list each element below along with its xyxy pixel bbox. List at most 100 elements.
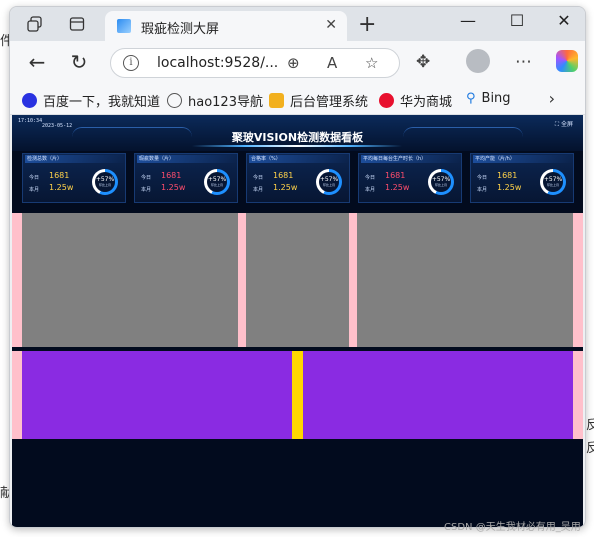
header-glow-line [192,145,402,147]
card-title: 平均产能（片/h） [473,155,573,163]
bookmark-label: 百度一下，我就知道 [43,95,161,110]
extensions-icon[interactable]: ✥ [416,52,430,72]
new-tab-button[interactable]: + [358,12,376,37]
stat-card-production-hours: 平均每日每台生产时长（h） 今日 1681 本月 1.25w +57% 环比上月 [358,153,462,203]
ratio-ring: +57% 环比上月 [92,169,118,195]
globe-icon [167,93,182,108]
today-value: 1681 [385,171,406,180]
huawei-icon [379,93,394,108]
month-value: 1.25w [497,183,522,192]
month-value: 1.25w [385,183,410,192]
bookmark-admin[interactable]: 后台管理系统 [269,91,368,110]
back-arrow-icon[interactable]: ← [26,50,48,74]
today-label: 今日 [365,175,376,181]
month-label: 本月 [477,187,488,193]
chart-panel-2 [246,213,349,347]
bookmark-label: 华为商城 [400,95,453,110]
today-value: 1681 [161,171,182,180]
panel-margin-left [12,213,22,347]
stat-card-pass-rate: 合格率（%） 今日 1681 本月 1.25w +57% 环比上月 [246,153,350,203]
lower-margin-left [12,351,22,439]
bookmarks-bar: 百度一下，我就知道 hao123导航 后台管理系统 华为商城 ⚲ Bing › [10,85,585,115]
card-title: 合格率（%） [249,155,349,163]
tab-active[interactable]: 瑕疵检测大屏 ✕ [105,11,347,41]
dashboard-header: 17:10:34 2023-05-12 聚玻VISION检测数据看板 ⛶ 全屏 [12,115,583,151]
stat-card-capacity: 平均产能（片/h） 今日 1681 本月 1.25w +57% 环比上月 [470,153,574,203]
minimize-button[interactable]: — [458,11,478,30]
month-label: 本月 [365,187,376,193]
bookmark-label: Bing [481,91,511,106]
stat-card-defects: 瑕疵数量（片） 今日 1681 本月 1.25w +57% 环比上月 [134,153,238,203]
workspaces-icon[interactable] [26,15,44,33]
read-aloud-icon[interactable]: A [327,54,337,72]
ratio-ring: +57% 环比上月 [428,169,454,195]
csdn-watermark: CSDN @天生我材必有用_吴用 [444,522,581,533]
ratio-ring: +57% 环比上月 [316,169,342,195]
tab-title: 瑕疵检测大屏 [141,22,220,37]
page-favicon-icon [117,19,131,33]
ring-label: 环比上月 [210,183,223,187]
bookmark-bing[interactable]: ⚲ Bing [466,91,511,106]
today-value: 1681 [497,171,518,180]
month-value: 1.25w [273,183,298,192]
more-options-icon[interactable]: ⋯ [515,52,532,72]
today-value: 1681 [273,171,294,180]
clock: 17:10:34 [18,118,43,124]
ring-label: 环比上月 [434,183,447,187]
copilot-icon[interactable] [556,50,578,72]
tab-close-icon[interactable]: ✕ [325,17,337,33]
stats-row: 检测总数（片） 今日 1681 本月 1.25w +57% 环比上月 瑕疵数量（片… [22,153,574,205]
card-title: 平均每日每台生产时长（h） [361,155,461,163]
bookmark-label: hao123导航 [188,95,263,110]
today-value: 1681 [49,171,70,180]
close-window-button[interactable]: ✕ [554,11,574,30]
maximize-button[interactable]: ☐ [507,11,527,30]
bookmark-baidu[interactable]: 百度一下，我就知道 [22,91,160,110]
profile-avatar[interactable] [466,49,490,73]
bottom-panel-divider [292,351,303,439]
background-text-right-2: 反 [586,441,594,456]
chart-panel-1 [22,213,238,347]
ratio-ring: +57% 环比上月 [540,169,566,195]
zoom-icon[interactable]: ⊕ [287,54,300,72]
card-title: 瑕疵数量（片） [137,155,237,163]
address-bar[interactable]: i localhost:9528/... ⊕ A ☆ [110,48,400,78]
month-label: 本月 [253,187,264,193]
panel-gap-1 [238,213,246,347]
today-label: 今日 [141,175,152,181]
bookmark-hao123[interactable]: hao123导航 [167,91,263,110]
favorite-star-icon[interactable]: ☆ [365,54,378,72]
lower-margin-right [573,351,583,439]
month-value: 1.25w [161,183,186,192]
bing-search-icon: ⚲ [466,91,476,106]
bottom-panel-right [303,351,573,439]
bottom-panel-left [22,351,292,439]
site-info-icon[interactable]: i [123,55,139,71]
card-title: 检测总数（片） [25,155,125,163]
background-text-right: 反 [586,418,594,433]
today-label: 今日 [253,175,264,181]
today-label: 今日 [477,175,488,181]
panel-margin-right [573,213,583,347]
panel-gap-2 [349,213,357,347]
chevron-right-icon[interactable]: › [549,89,555,108]
vertical-tabs-icon[interactable] [68,15,86,33]
month-label: 本月 [29,187,40,193]
ratio-ring: +57% 环比上月 [204,169,230,195]
bookmark-label: 后台管理系统 [290,95,369,110]
tab-strip: 瑕疵检测大屏 ✕ + — ☐ ✕ [10,7,585,41]
address-toolbar: ← ↻ i localhost:9528/... ⊕ A ☆ ✥ ⋯ [10,41,585,85]
baidu-icon [22,93,37,108]
chart-panel-3 [357,213,573,347]
fullscreen-button[interactable]: ⛶ 全屏 [555,119,573,129]
url-text[interactable]: localhost:9528/... [157,55,278,71]
bookmark-huawei[interactable]: 华为商城 [379,91,452,110]
folder-icon [269,93,284,108]
dashboard-page: 17:10:34 2023-05-12 聚玻VISION检测数据看板 ⛶ 全屏 … [12,115,583,527]
dashboard-title: 聚玻VISION检测数据看板 [231,131,364,144]
ring-label: 环比上月 [546,183,559,187]
browser-window: 瑕疵检测大屏 ✕ + — ☐ ✕ ← ↻ i localhost:9528/..… [9,6,586,528]
refresh-icon[interactable]: ↻ [68,50,90,74]
ring-label: 环比上月 [322,183,335,187]
today-label: 今日 [29,175,40,181]
